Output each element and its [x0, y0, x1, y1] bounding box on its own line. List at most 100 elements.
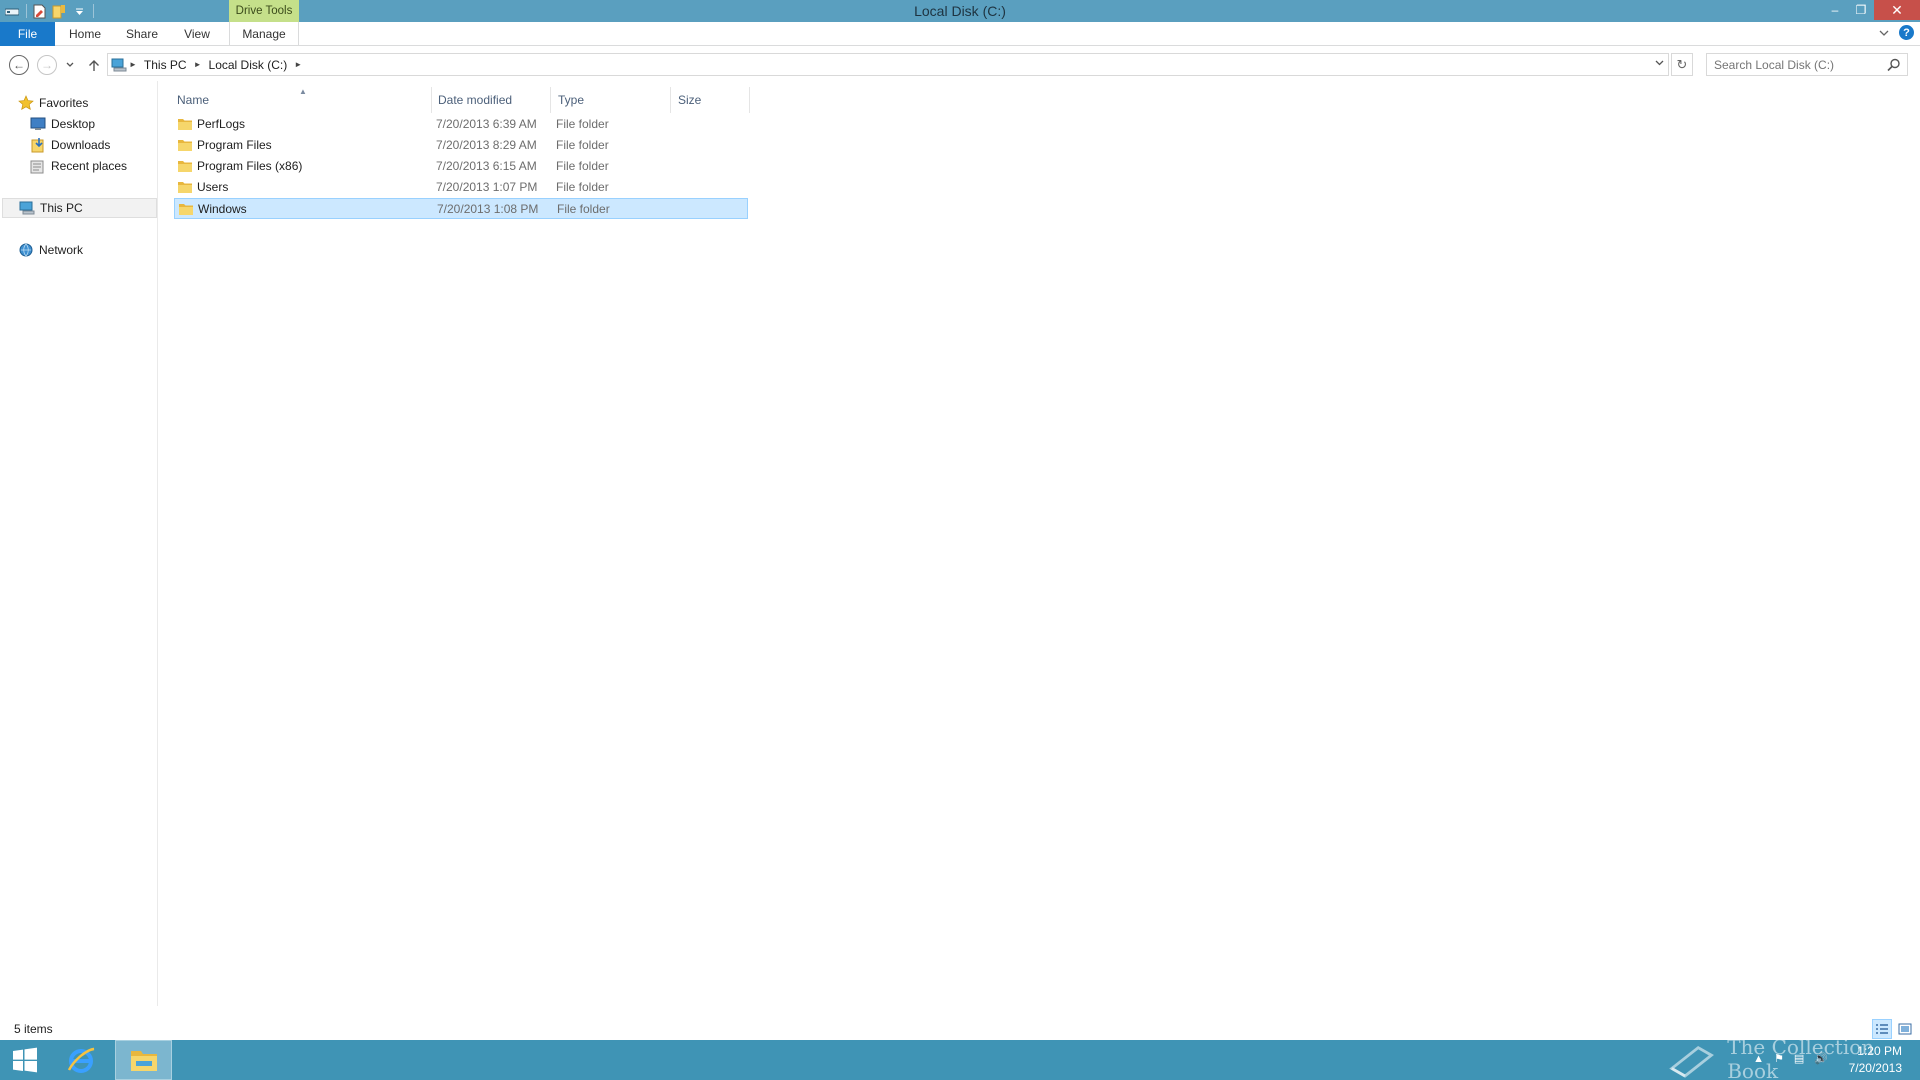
up-arrow-icon — [89, 59, 99, 71]
column-header-type[interactable]: Type — [543, 87, 663, 113]
tab-file[interactable]: File — [0, 22, 55, 46]
breadcrumb-separator-icon[interactable]: ► — [192, 60, 204, 69]
recent-places-icon — [30, 158, 46, 174]
watermark-text: The Collection Book — [1727, 1035, 1875, 1080]
restore-button[interactable]: ❐ — [1848, 0, 1874, 20]
file-name: Program Files — [197, 138, 272, 152]
quick-access-toolbar — [0, 0, 94, 22]
address-row: ← → ► This PC ► Local Disk (C:) ► ↻ — [0, 47, 1920, 81]
internet-explorer-taskbar-button[interactable] — [58, 1040, 104, 1080]
star-icon — [18, 95, 34, 111]
window-controls: – ❐ ✕ — [1822, 0, 1920, 20]
file-date-modified: 7/20/2013 6:15 AM — [436, 159, 537, 173]
help-icon[interactable]: ? — [1899, 25, 1914, 40]
details-view-icon — [1876, 1024, 1888, 1034]
file-list: Name ▲ Date modified Type Size PerfLogs … — [159, 81, 1920, 1006]
file-explorer-icon — [130, 1051, 157, 1071]
tab-manage[interactable]: Manage — [229, 22, 299, 46]
file-type: File folder — [556, 180, 609, 194]
customize-qat-icon[interactable] — [71, 3, 87, 19]
search-box[interactable] — [1706, 53, 1908, 76]
column-header-name[interactable]: Name ▲ — [159, 87, 431, 113]
nav-item-downloads[interactable]: Downloads — [30, 135, 110, 155]
nav-label-network: Network — [39, 243, 84, 257]
taskbar: ▲ ⚑ ▤ 🔊 1:20 PM 7/20/2013 — [0, 1040, 1920, 1080]
nav-label-this-pc: This PC — [40, 201, 83, 215]
column-header-date-modified[interactable]: Date modified — [423, 87, 542, 113]
breadcrumb-separator-icon[interactable]: ► — [127, 60, 139, 69]
status-bar: 5 items — [0, 1018, 1920, 1040]
expand-ribbon-icon[interactable] — [1879, 26, 1889, 40]
tab-home[interactable]: Home — [60, 22, 110, 46]
nav-item-network[interactable]: Network — [18, 240, 83, 260]
file-name: PerfLogs — [197, 117, 246, 131]
up-button[interactable] — [83, 54, 105, 76]
file-name: Users — [197, 180, 229, 194]
file-name: Windows — [198, 202, 247, 216]
desktop-icon — [30, 116, 46, 132]
drive-tools-context-tab: Drive Tools — [229, 0, 299, 22]
internet-explorer-icon — [67, 1047, 95, 1073]
item-count: 5 items — [14, 1022, 53, 1036]
folder-icon — [178, 182, 192, 193]
table-row[interactable]: Users 7/20/2013 1:07 PM File folder — [174, 177, 748, 198]
search-icon[interactable] — [1886, 57, 1902, 73]
file-date-modified: 7/20/2013 8:29 AM — [436, 138, 537, 152]
file-date-modified: 7/20/2013 1:08 PM — [437, 202, 539, 216]
search-input[interactable] — [1714, 57, 1884, 72]
breadcrumb-separator-icon[interactable]: ► — [292, 60, 304, 69]
table-row[interactable]: PerfLogs 7/20/2013 6:39 AM File folder — [174, 114, 748, 135]
table-row[interactable]: Program Files (x86) 7/20/2013 6:15 AM Fi… — [174, 156, 748, 177]
back-button[interactable]: ← — [8, 54, 30, 76]
column-label-date-modified: Date modified — [438, 93, 513, 107]
qat-separator — [26, 4, 27, 18]
drive-icon[interactable] — [4, 3, 20, 19]
column-label-name: Name — [177, 93, 210, 107]
this-pc-icon — [111, 58, 127, 72]
recent-locations-button[interactable] — [62, 54, 78, 76]
table-row-selected[interactable]: Windows 7/20/2013 1:08 PM File folder — [174, 198, 748, 219]
ribbon-tabs: File Home Share View Manage ? — [0, 22, 1920, 46]
windows-logo-icon — [13, 1047, 37, 1073]
column-label-size: Size — [678, 93, 702, 107]
column-header-size[interactable]: Size — [663, 87, 743, 113]
breadcrumb-this-pc[interactable]: This PC — [139, 58, 192, 72]
forward-arrow-icon: → — [37, 55, 57, 75]
file-type: File folder — [556, 138, 609, 152]
refresh-button[interactable]: ↻ — [1671, 53, 1693, 76]
chevron-down-icon — [1655, 60, 1664, 66]
new-folder-icon[interactable] — [51, 3, 67, 19]
title-bar: Drive Tools Local Disk (C:) – ❐ ✕ — [0, 0, 1920, 22]
close-button[interactable]: ✕ — [1874, 0, 1920, 20]
downloads-icon — [30, 137, 46, 153]
column-label-type: Type — [558, 93, 585, 107]
forward-button[interactable]: → — [36, 54, 58, 76]
file-date-modified: 7/20/2013 1:07 PM — [436, 180, 538, 194]
chevron-down-icon — [66, 62, 74, 67]
nav-label-favorites: Favorites — [39, 96, 89, 110]
tab-share[interactable]: Share — [118, 22, 166, 46]
nav-item-desktop[interactable]: Desktop — [30, 114, 95, 134]
nav-label-recent-places: Recent places — [51, 159, 128, 173]
folder-icon — [179, 204, 193, 215]
nav-label-desktop: Desktop — [51, 117, 96, 131]
file-type: File folder — [556, 117, 609, 131]
nav-item-this-pc[interactable]: This PC — [2, 198, 157, 218]
nav-item-favorites[interactable]: Favorites — [18, 93, 88, 113]
large-icons-view-icon — [1898, 1023, 1912, 1035]
qat-separator — [93, 4, 94, 18]
address-history-dropdown[interactable] — [1655, 58, 1664, 68]
start-button[interactable] — [4, 1040, 46, 1080]
tab-view[interactable]: View — [174, 22, 220, 46]
file-explorer-taskbar-button[interactable] — [115, 1040, 172, 1080]
back-arrow-icon: ← — [9, 55, 29, 75]
properties-icon[interactable] — [31, 3, 47, 19]
column-divider[interactable] — [749, 87, 750, 113]
breadcrumb-local-disk[interactable]: Local Disk (C:) — [204, 58, 293, 72]
folder-icon — [178, 140, 192, 151]
nav-item-recent-places[interactable]: Recent places — [30, 156, 127, 176]
ribbon-right-controls: ? — [1879, 25, 1914, 40]
minimize-button[interactable]: – — [1822, 0, 1848, 20]
table-row[interactable]: Program Files 7/20/2013 8:29 AM File fol… — [174, 135, 748, 156]
address-bar[interactable]: ► This PC ► Local Disk (C:) ► — [107, 53, 1669, 76]
